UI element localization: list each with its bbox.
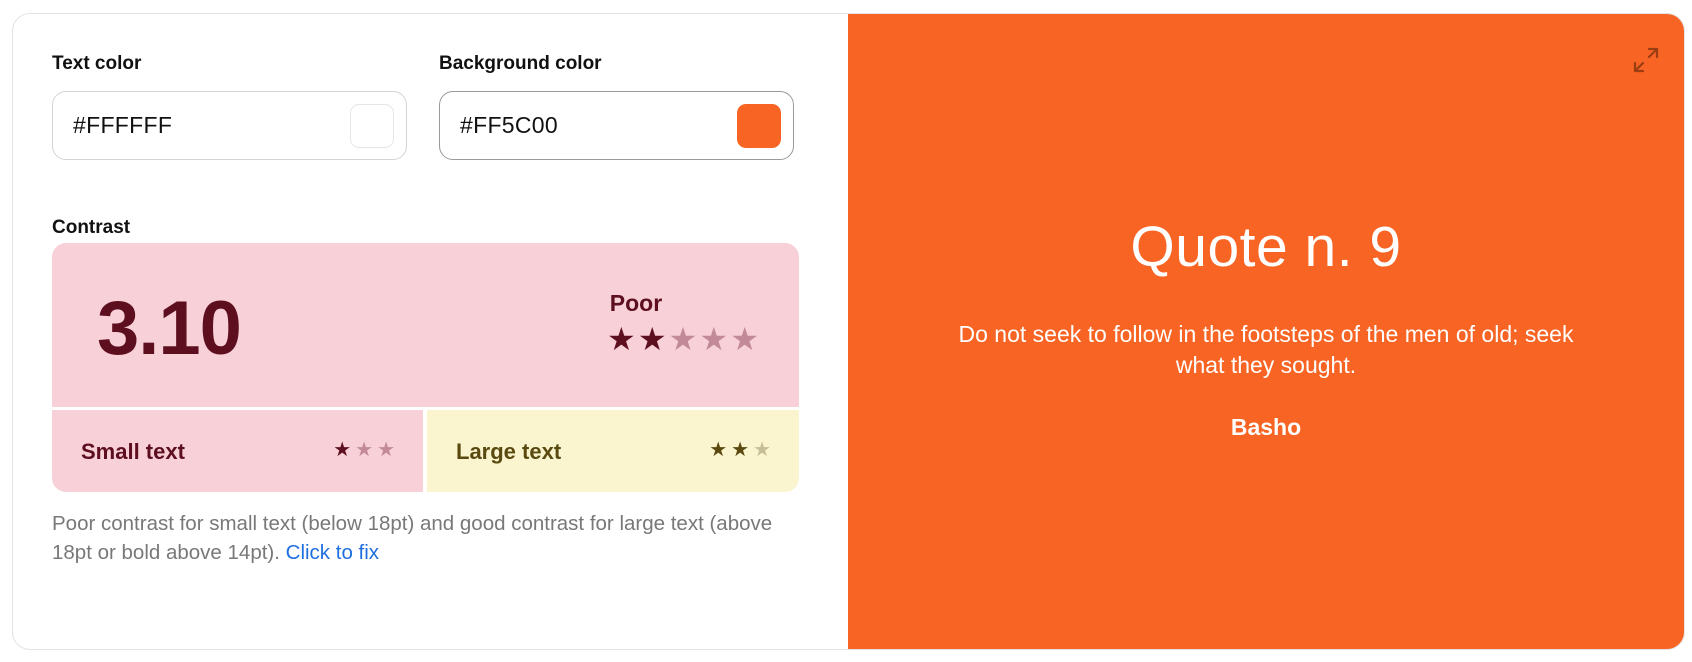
text-color-value[interactable]: #FFFFFF: [73, 112, 350, 139]
text-color-input[interactable]: #FFFFFF: [52, 91, 407, 160]
star-empty-icon: ★: [699, 321, 729, 357]
contrast-label: Contrast: [52, 217, 131, 238]
star-empty-icon: ★: [355, 439, 374, 461]
background-color-value[interactable]: #FF5C00: [460, 112, 737, 139]
quote-text: Do not seek to follow in the footsteps o…: [958, 321, 1574, 378]
contrast-description: Poor contrast for small text (below 18pt…: [52, 509, 812, 567]
settings-panel: Text color #FFFFFF Background color #FF5…: [13, 14, 848, 649]
preview-panel: Quote n. 9 Do not seek to follow in the …: [848, 14, 1684, 649]
star-filled-icon: ★: [333, 439, 352, 461]
rating-stars: ★ ★ ★ ★ ★: [607, 323, 759, 355]
quote-author: Basho: [1230, 414, 1302, 440]
text-color-swatch[interactable]: [350, 103, 394, 148]
contrast-ratio: 3.10: [97, 286, 242, 371]
star-empty-icon: ★: [668, 321, 698, 357]
quote-title: Quote n. 9: [1130, 215, 1402, 279]
star-filled-icon: ★: [731, 439, 750, 461]
large-text-label: Large text: [456, 439, 562, 464]
background-color-label: Background color: [439, 53, 602, 74]
star-filled-icon: ★: [607, 321, 636, 357]
large-text-rating: Large text ★ ★ ★: [427, 410, 799, 492]
rating-label: Poor: [609, 290, 663, 316]
star-filled-icon: ★: [637, 321, 667, 357]
contrast-result-box: 3.10 Poor ★ ★ ★ ★ ★ Small text ★ ★ ★ Large tex…: [52, 243, 799, 492]
small-text-rating: Small text ★ ★ ★: [52, 410, 423, 492]
text-color-label: Text color: [52, 53, 142, 74]
background-color-input[interactable]: #FF5C00: [439, 91, 794, 160]
star-empty-icon: ★: [377, 439, 395, 461]
large-text-stars: ★ ★ ★: [709, 440, 771, 460]
star-filled-icon: ★: [709, 439, 728, 461]
description-text: Poor contrast for small text (below 18pt…: [52, 512, 773, 564]
background-color-swatch[interactable]: [737, 103, 781, 148]
expand-icon[interactable]: [1630, 44, 1662, 76]
star-empty-icon: ★: [753, 439, 771, 461]
contrast-summary: 3.10 Poor ★ ★ ★ ★ ★: [52, 243, 799, 407]
contrast-checker-card: Text color #FFFFFF Background color #FF5…: [12, 13, 1685, 650]
click-to-fix-link[interactable]: Click to fix: [286, 541, 379, 564]
small-text-label: Small text: [81, 439, 185, 464]
small-text-stars: ★ ★ ★: [333, 440, 395, 460]
star-empty-icon: ★: [730, 321, 759, 357]
